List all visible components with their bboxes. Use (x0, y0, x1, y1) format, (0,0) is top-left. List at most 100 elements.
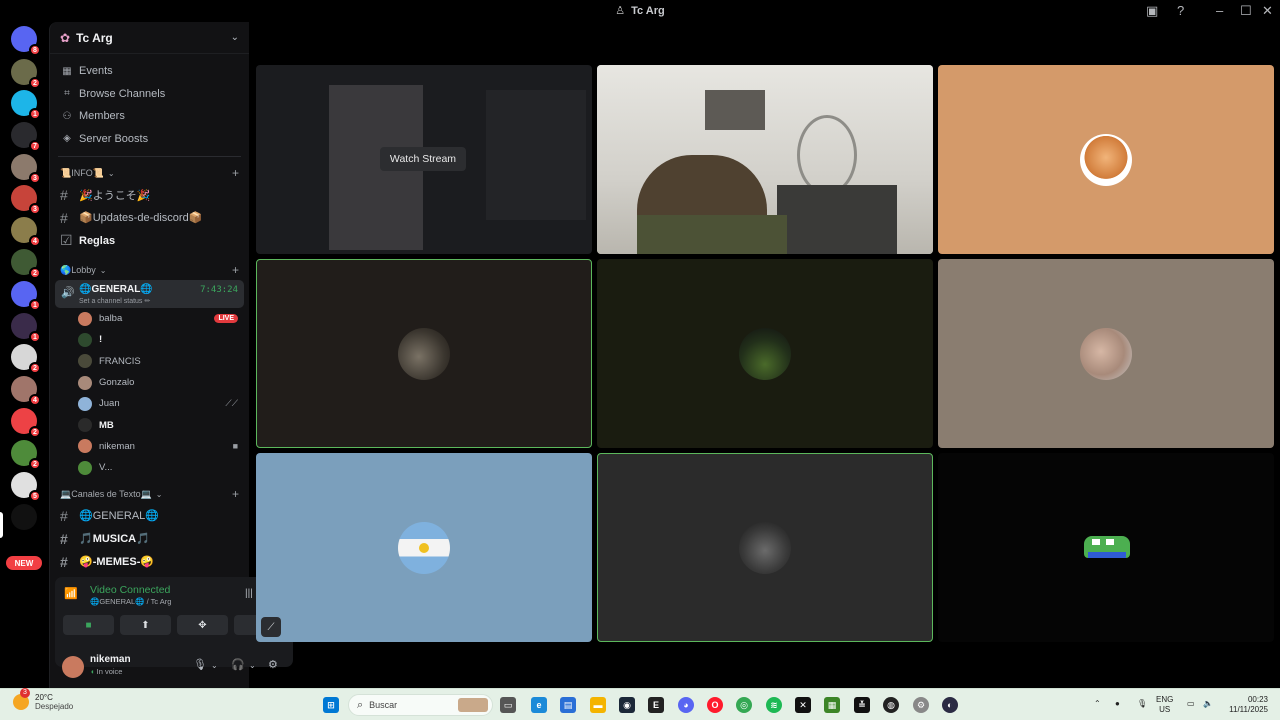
tile-gonzalo[interactable] (938, 259, 1274, 448)
server-icon[interactable]: 3 (11, 185, 41, 215)
task-view-icon[interactable]: ▭ (500, 697, 516, 713)
voice-user[interactable]: V... (50, 457, 249, 478)
server-icon[interactable]: 1 (11, 90, 41, 120)
inbox-icon[interactable]: ▣ (1146, 3, 1158, 19)
chevron-down-icon[interactable]: ⌄ (211, 661, 218, 670)
voice-user[interactable]: FRANCIS (50, 351, 249, 372)
voice-user[interactable]: MB (50, 414, 249, 435)
voice-user[interactable]: ! (50, 329, 249, 350)
server-icon[interactable] (11, 504, 37, 530)
server-icon[interactable]: 3 (11, 154, 41, 184)
menu-server-boosts[interactable]: ◈ Server Boosts (50, 128, 249, 151)
app-icon[interactable]: ◐ (942, 697, 958, 713)
activities-button[interactable]: ✥ (177, 615, 228, 635)
opera-icon[interactable]: O (707, 697, 723, 713)
tile-pepe[interactable] (938, 453, 1274, 642)
file-explorer-icon[interactable]: ▬ (590, 697, 606, 713)
microphone-icon[interactable]: 🎙 (193, 658, 207, 671)
tray-app-icon[interactable]: ● (1115, 699, 1120, 709)
clock[interactable]: 00:23 11/11/2025 (1224, 695, 1268, 715)
voice-user[interactable]: nikeman ■ (50, 436, 249, 457)
voice-channel-general[interactable]: 🔊 🌐GENERAL🌐 7:43:24 Set a channel status… (55, 280, 244, 308)
voice-user[interactable]: balba LIVE (50, 308, 249, 329)
tile-francis[interactable] (256, 259, 592, 448)
text-channel[interactable]: # 🤪-MEMES-🤪 (50, 550, 249, 573)
steam-icon[interactable]: ◉ (619, 697, 635, 713)
text-channel[interactable]: # 🌐GENERAL🌐 (50, 504, 249, 527)
server-icon[interactable]: 2 (11, 344, 41, 374)
edge-icon[interactable]: e (531, 697, 547, 713)
camera-tile[interactable] (597, 65, 933, 254)
text-channel[interactable]: ☑ Reglas (50, 229, 249, 252)
category-info[interactable]: 📜INFO📜 ⌄ + (50, 163, 249, 183)
weather-widget[interactable]: 3 20°C Despejado (13, 688, 73, 711)
menu-members[interactable]: ⚇ Members (50, 105, 249, 128)
avatar[interactable] (62, 656, 84, 678)
stream-tile[interactable]: Watch Stream (256, 65, 592, 254)
windows-start-icon[interactable]: ⊞ (323, 697, 339, 713)
minimize-button[interactable]: – (1216, 3, 1223, 18)
text-channel[interactable]: # 🎵MUSICA🎵 (50, 527, 249, 550)
tile-grey[interactable] (597, 453, 933, 642)
server-icon[interactable]: 5 (11, 472, 41, 502)
menu-browse-channels[interactable]: ⌗ Browse Channels (50, 83, 249, 106)
obs-icon[interactable]: ◍ (883, 697, 899, 713)
server-icon[interactable]: 4 (11, 376, 41, 406)
spotify-icon[interactable]: ≋ (766, 697, 782, 713)
server-icon[interactable]: 8 (11, 26, 41, 56)
server-icon[interactable]: 4 (11, 217, 41, 247)
server-rail: 8 2 1 7 3 3 4 2 1 1 2 4 2 2 5 NEW (0, 22, 48, 688)
taskbar-search[interactable]: ⌕ Buscar (348, 694, 493, 716)
epic-games-icon[interactable]: E (648, 697, 664, 713)
camera-button[interactable]: ■ (63, 615, 114, 635)
tile-orange[interactable] (938, 65, 1274, 254)
channel-status[interactable]: Set a channel status ✏ (79, 297, 150, 305)
language-indicator[interactable]: ENG US (1156, 695, 1173, 715)
store-icon[interactable]: ▤ (560, 697, 576, 713)
tile-dark-green[interactable] (597, 259, 933, 448)
category-text[interactable]: 💻Canales de Texto💻 ⌄ + (50, 484, 249, 504)
server-icon[interactable]: 7 (11, 122, 41, 152)
server-icon[interactable]: 1 (11, 313, 41, 343)
tile-juan[interactable]: ⟋ (256, 453, 592, 642)
discord-icon[interactable]: ◕ (678, 697, 694, 713)
signal-icon[interactable]: 📶 (64, 587, 82, 605)
watch-stream-button[interactable]: Watch Stream (380, 147, 466, 171)
chevron-down-icon[interactable]: ⌄ (231, 32, 239, 43)
microphone-icon[interactable]: 🎙 (1137, 699, 1147, 709)
chrome-icon[interactable]: ◎ (736, 697, 752, 713)
maximize-button[interactable]: ☐ (1240, 3, 1252, 19)
screen-share-button[interactable]: ⬆ (120, 615, 171, 635)
voice-user[interactable]: Gonzalo (50, 372, 249, 393)
server-icon[interactable]: 1 (11, 281, 41, 311)
capcut-icon[interactable]: ✕ (795, 697, 811, 713)
add-channel-icon[interactable]: + (232, 487, 239, 501)
server-icon[interactable]: 2 (11, 59, 41, 89)
server-icon[interactable]: 2 (11, 249, 41, 279)
connection-channel[interactable]: 🌐GENERAL🌐 / Tc Arg (90, 597, 171, 606)
deafened-icon[interactable]: ⟋ (261, 617, 281, 637)
new-badge[interactable]: NEW (6, 556, 42, 570)
chevron-up-icon[interactable]: ⌃ (1094, 699, 1101, 709)
voice-user[interactable]: Juan ⟋⟋ (50, 393, 249, 414)
add-channel-icon[interactable]: + (232, 263, 239, 277)
guild-header[interactable]: ✿ Tc Arg ⌄ (50, 22, 249, 54)
close-button[interactable]: ✕ (1262, 3, 1273, 19)
add-channel-icon[interactable]: + (232, 166, 239, 180)
minecraft-icon[interactable]: ▦ (824, 697, 840, 713)
headphones-icon[interactable]: 🎧 (231, 658, 245, 671)
volume-icon[interactable]: 🔈 (1203, 699, 1213, 709)
settings-icon[interactable]: ⚙ (913, 697, 929, 713)
text-channel[interactable]: # 🎉ようこそ🎉 (50, 183, 249, 206)
help-icon[interactable]: ? (1177, 3, 1184, 18)
monitor-icon[interactable]: ▭ (1187, 699, 1195, 709)
text-channel[interactable]: # 📦Updates-de-discord📦 (50, 206, 249, 229)
server-icon[interactable]: 2 (11, 408, 41, 438)
server-icon[interactable]: 2 (11, 440, 41, 470)
settings-gear-icon[interactable]: ⚙ (268, 658, 278, 671)
noise-suppression-icon[interactable]: ||| (245, 588, 253, 599)
category-lobby[interactable]: 🌎Lobby ⌄ + (50, 260, 249, 280)
menu-events[interactable]: ▦ Events (50, 60, 249, 83)
app-icon[interactable]: ≚ (854, 697, 870, 713)
chevron-down-icon[interactable]: ⌄ (249, 661, 256, 670)
